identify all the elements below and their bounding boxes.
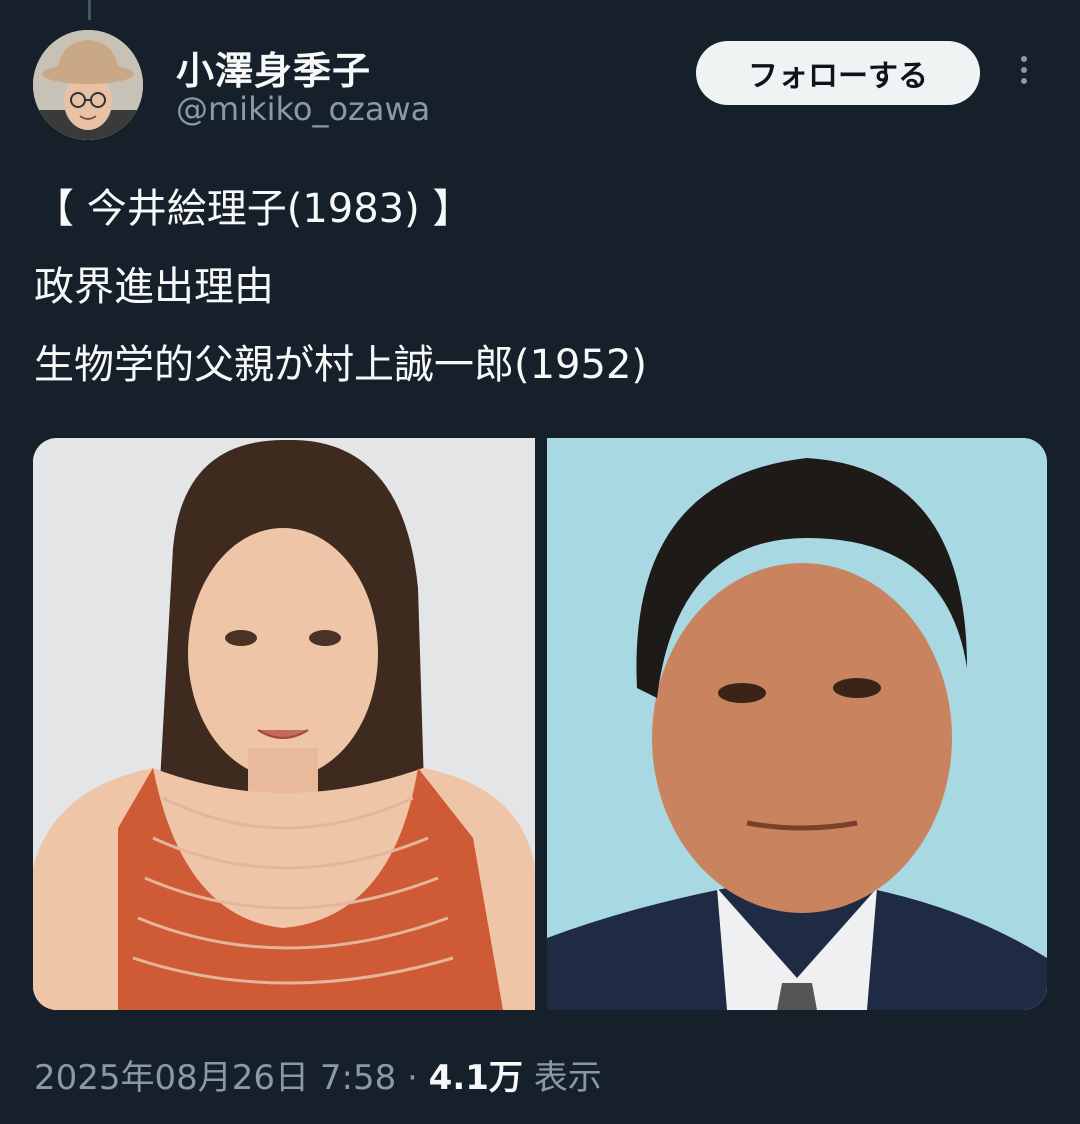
photo-man[interactable] xyxy=(547,438,1047,1010)
tweet-text-line: 政界進出理由 xyxy=(34,264,274,310)
tweet-text: 【 今井絵理子(1983) 】政界進出理由生物学的父親が村上誠一郎(1952) xyxy=(34,170,647,404)
author-display-name[interactable]: 小澤身季子 xyxy=(176,40,371,95)
photo-woman[interactable] xyxy=(33,438,535,1010)
timestamp[interactable]: 2025年08月26日 7:58 xyxy=(34,1058,396,1098)
more-vertical-icon[interactable] xyxy=(1006,52,1042,96)
thread-connector-line xyxy=(88,0,91,20)
meta-separator: · xyxy=(407,1058,418,1098)
tweet-text-line: 【 今井絵理子(1983) 】 xyxy=(34,186,473,232)
tweet-text-line: 生物学的父親が村上誠一郎(1952) xyxy=(34,342,648,388)
tweet-meta: 2025年08月26日 7:58 · 4.1万 表示 xyxy=(34,1050,602,1099)
view-label: 表示 xyxy=(533,1058,602,1098)
author-handle[interactable]: @mikiko_ozawa xyxy=(176,90,430,128)
avatar-image xyxy=(33,30,143,140)
avatar[interactable] xyxy=(33,30,143,140)
follow-button[interactable]: フォローする xyxy=(696,41,980,105)
view-count: 4.1万 xyxy=(428,1058,523,1098)
media-grid xyxy=(33,438,1047,1010)
